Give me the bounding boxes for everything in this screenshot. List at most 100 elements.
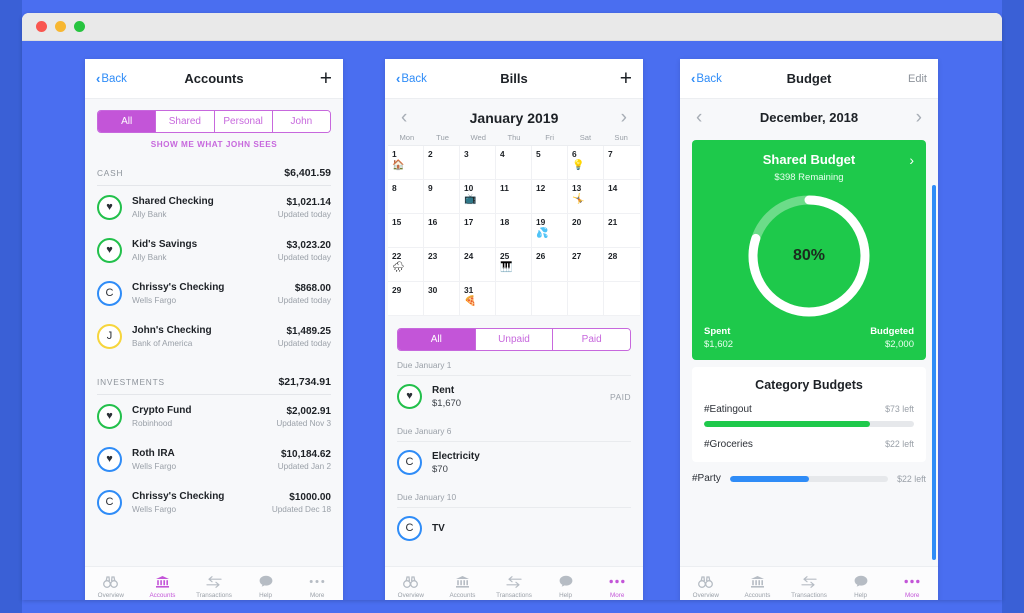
calendar-day-cell[interactable]: 5 <box>532 146 568 180</box>
account-updated: Updated today <box>277 252 331 262</box>
calendar-day-cell[interactable]: 7 <box>604 146 640 180</box>
add-bill-icon[interactable]: + <box>620 68 632 89</box>
budget-percent-label: 80% <box>792 247 826 264</box>
calendar-day-cell[interactable]: 15 <box>388 214 424 248</box>
tab-transactions[interactable]: Transactions <box>488 575 540 599</box>
bill-row[interactable]: C TV <box>385 508 643 549</box>
segment-personal[interactable]: Personal <box>214 111 273 132</box>
calendar-day-cell[interactable]: 26 <box>532 248 568 282</box>
weekday-label: Tue <box>436 133 449 142</box>
bills-navbar: ‹ Back Bills + <box>385 59 643 99</box>
segment-paid[interactable]: Paid <box>553 329 630 350</box>
edit-button[interactable]: Edit <box>908 73 927 85</box>
account-balance-block: $1,021.14 Updated today <box>278 197 331 219</box>
shared-budget-title: Shared Budget <box>762 152 856 167</box>
account-filter-segmented-control[interactable]: All Shared Personal John <box>97 110 331 133</box>
bill-row[interactable]: ♥ Rent $1,670 PAID <box>385 376 643 417</box>
tab-more[interactable]: More <box>591 575 643 599</box>
chevron-right-icon[interactable]: › <box>909 152 914 168</box>
close-icon[interactable] <box>36 21 47 32</box>
segment-all[interactable]: All <box>398 329 476 350</box>
calendar-day-cell[interactable]: 9 <box>424 180 460 214</box>
calendar-day-cell[interactable]: 14 <box>604 180 640 214</box>
account-row[interactable]: ♥ Shared Checking Ally Bank $1,021.14 Up… <box>85 186 343 229</box>
segment-unpaid[interactable]: Unpaid <box>475 329 554 350</box>
calendar-day-cell[interactable]: 17 <box>460 214 496 248</box>
calendar-day-cell[interactable]: 13 🤸 <box>568 180 604 214</box>
bill-row[interactable]: C Electricity $70 <box>385 442 643 483</box>
calendar-day-cell[interactable]: 11 <box>496 180 532 214</box>
calendar-day-cell[interactable]: 19 💦 <box>532 214 568 248</box>
account-row[interactable]: ♥ Crypto Fund Robinhood $2,002.91 Update… <box>85 395 343 438</box>
calendar-day-cell[interactable]: 2 <box>424 146 460 180</box>
calendar-day-cell[interactable]: 25 🎹 <box>496 248 532 282</box>
calendar-day-cell[interactable]: 18 <box>496 214 532 248</box>
add-account-icon[interactable]: + <box>320 68 332 89</box>
calendar-day-cell[interactable]: 21 <box>604 214 640 248</box>
calendar-day-cell[interactable]: 8 <box>388 180 424 214</box>
category-row[interactable]: #Groceries $22 left <box>704 439 914 450</box>
calendar-day-cell[interactable]: 23 <box>424 248 460 282</box>
calendar-day-cell[interactable]: 10 📺 <box>460 180 496 214</box>
calendar-day-cell[interactable]: 3 <box>460 146 496 180</box>
calendar-day-cell[interactable]: 27 <box>568 248 604 282</box>
party-category-row[interactable]: #Party $22 left <box>680 462 938 484</box>
transfer-arrows-icon <box>506 575 522 589</box>
bill-filter-segmented-control[interactable]: All Unpaid Paid <box>397 328 631 351</box>
tab-transactions[interactable]: Transactions <box>783 575 835 599</box>
calendar-day-cell[interactable]: 28 <box>604 248 640 282</box>
account-row[interactable]: ♥ Kid's Savings Ally Bank $3,023.20 Upda… <box>85 229 343 272</box>
calendar-day-cell[interactable]: 29 <box>388 282 424 316</box>
tab-overview[interactable]: Overview <box>385 575 437 599</box>
segment-john[interactable]: John <box>272 111 330 132</box>
tab-help[interactable]: Help <box>240 575 292 599</box>
calendar-day-cell[interactable]: 4 <box>496 146 532 180</box>
calendar-day-cell[interactable]: 16 <box>424 214 460 248</box>
status-badge: PAID <box>609 391 631 402</box>
tab-overview[interactable]: Overview <box>85 575 137 599</box>
tab-label: Accounts <box>744 591 771 599</box>
account-balance: $10,184.62 <box>280 448 331 460</box>
back-button[interactable]: ‹ Back <box>96 72 127 85</box>
account-row[interactable]: C Chrissy's Checking Wells Fargo $1000.0… <box>85 481 343 524</box>
account-updated: Updated today <box>277 338 331 348</box>
tab-more[interactable]: More <box>291 575 343 599</box>
prev-month-button[interactable]: ‹ <box>401 108 407 127</box>
calendar-day-cell[interactable]: 31 🍕 <box>460 282 496 316</box>
account-row[interactable]: ♥ Roth IRA Wells Fargo $10,184.62 Update… <box>85 438 343 481</box>
calendar-day-cell[interactable]: 24 <box>460 248 496 282</box>
calendar-day-number: 28 <box>608 251 618 261</box>
calendar-day-cell[interactable]: 22 🌧 <box>388 248 424 282</box>
account-row[interactable]: C Chrissy's Checking Wells Fargo $868.00… <box>85 272 343 315</box>
segment-all[interactable]: All <box>98 111 157 132</box>
segment-shared[interactable]: Shared <box>156 111 215 132</box>
tab-accounts[interactable]: Accounts <box>137 575 189 599</box>
tab-transactions[interactable]: Transactions <box>188 575 240 599</box>
tab-accounts[interactable]: Accounts <box>732 575 784 599</box>
maximize-icon[interactable] <box>74 21 85 32</box>
vertical-scrollbar[interactable] <box>932 185 936 560</box>
shared-budget-card[interactable]: Shared Budget › $398 Remaining 80% Spent… <box>692 140 926 360</box>
minimize-icon[interactable] <box>55 21 66 32</box>
tab-overview[interactable]: Overview <box>680 575 732 599</box>
account-name: Chrissy's Checking <box>132 282 225 293</box>
prev-month-button[interactable]: ‹ <box>696 108 702 127</box>
back-button[interactable]: ‹ Back <box>691 72 722 85</box>
account-row[interactable]: J John's Checking Bank of America $1,489… <box>85 315 343 358</box>
tab-label: Help <box>854 591 868 599</box>
show-me-what-john-sees-link[interactable]: SHOW ME WHAT JOHN SEES <box>85 140 343 149</box>
tab-help[interactable]: Help <box>540 575 592 599</box>
bill-info: TV <box>432 523 445 534</box>
back-button[interactable]: ‹ Back <box>396 72 427 85</box>
next-month-button[interactable]: › <box>916 108 922 127</box>
calendar-day-cell[interactable]: 20 <box>568 214 604 248</box>
calendar-day-cell[interactable]: 6 💡 <box>568 146 604 180</box>
tab-help[interactable]: Help <box>835 575 887 599</box>
calendar-day-cell[interactable]: 1 🏠 <box>388 146 424 180</box>
category-row[interactable]: #Eatingout $73 left <box>704 404 914 427</box>
next-month-button[interactable]: › <box>621 108 627 127</box>
calendar-day-cell[interactable]: 30 <box>424 282 460 316</box>
tab-more[interactable]: More <box>886 575 938 599</box>
tab-accounts[interactable]: Accounts <box>437 575 489 599</box>
calendar-day-cell[interactable]: 12 <box>532 180 568 214</box>
